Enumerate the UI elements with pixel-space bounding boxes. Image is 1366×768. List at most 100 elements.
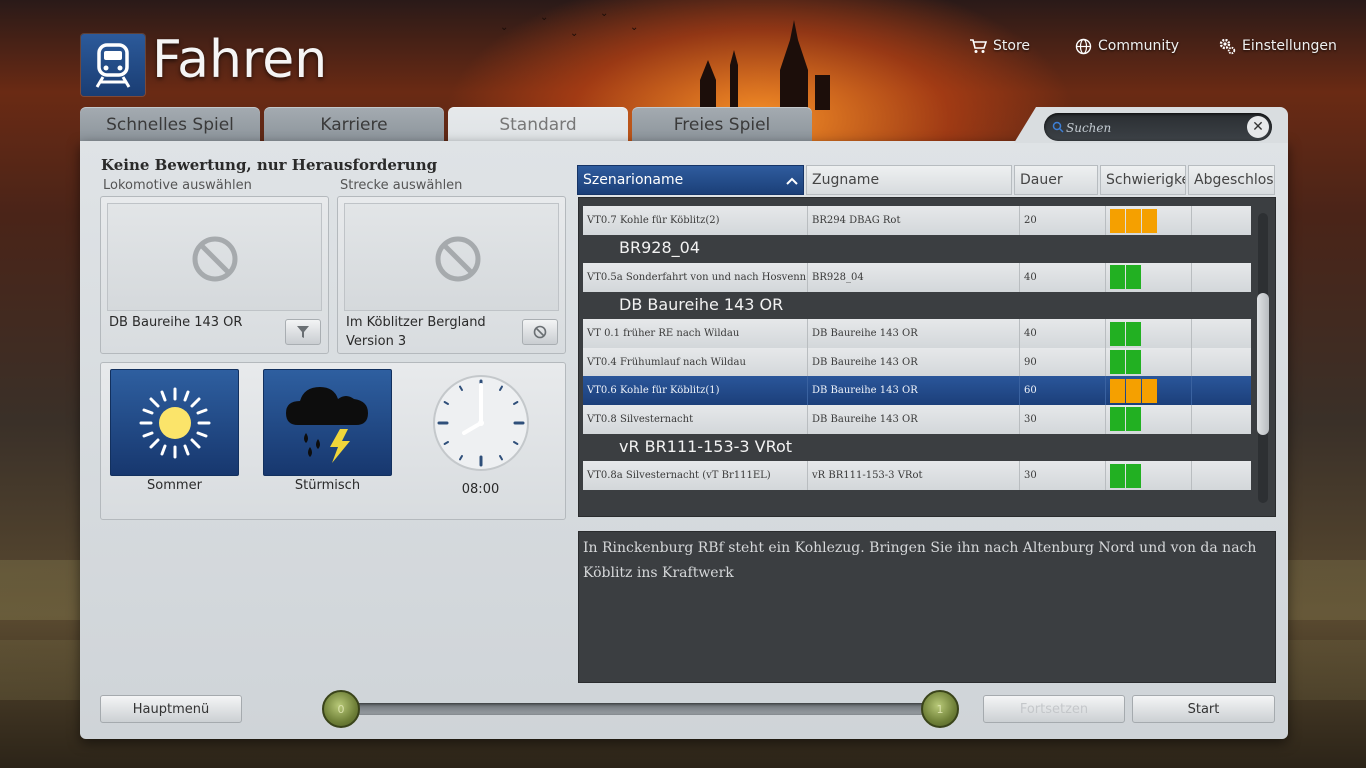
scenario-description: In Rinckenburg RBf steht ein Kohlezug. B… <box>578 531 1276 683</box>
completed-cell <box>1192 461 1251 490</box>
route-clear-button[interactable] <box>522 319 558 345</box>
progress-start-marker: 0 <box>322 690 360 728</box>
close-icon: ✕ <box>1252 119 1264 135</box>
season-selector[interactable] <box>110 369 239 476</box>
column-header-label: Szenarioname <box>583 172 684 188</box>
community-link[interactable]: Community <box>1075 36 1179 56</box>
completed-cell <box>1192 376 1251 405</box>
grid-scroll-thumb[interactable] <box>1257 293 1269 435</box>
tab-standard[interactable]: Standard <box>448 107 628 142</box>
community-label: Community <box>1098 38 1180 54</box>
bird-silhouette: ⌄ <box>630 22 639 33</box>
name-cell: VT0.6 Kohle für Köblitz(1) <box>583 376 808 405</box>
difficulty-bar <box>1110 265 1141 289</box>
continue-button[interactable]: Fortsetzen <box>983 695 1125 723</box>
difficulty-bar <box>1110 321 1141 346</box>
difficulty-bar <box>1110 350 1141 374</box>
tab-freies-spiel[interactable]: Freies Spiel <box>632 107 812 142</box>
main-menu-button[interactable]: Hauptmenü <box>100 695 242 723</box>
group-header: DB Baureihe 143 OR <box>619 294 784 314</box>
train-cell: vR BR111-153-3 VRot <box>808 461 1020 490</box>
train-cell: DB Baureihe 143 OR <box>808 404 1020 434</box>
difficulty-segment <box>1126 378 1141 403</box>
difficulty-cell <box>1106 347 1192 377</box>
group-header: vR BR111-153-3 VRot <box>619 436 793 456</box>
table-row[interactable]: VT0.8 Silvesternacht DB Baureihe 143 OR 30 <box>583 404 1251 434</box>
store-link[interactable]: Store <box>969 36 1030 56</box>
difficulty-segment <box>1110 378 1125 403</box>
completed-cell <box>1192 405 1251 434</box>
name-cell: VT 0.1 früher RE nach Wildau <box>583 319 808 348</box>
difficulty-segment <box>1126 407 1141 431</box>
difficulty-segment <box>1126 350 1141 374</box>
start-button[interactable]: Start <box>1132 695 1275 723</box>
bird-silhouette: ⌄ <box>540 12 549 23</box>
train-cell: DB Baureihe 143 OR <box>808 376 1020 405</box>
table-row[interactable]: VT0.7 Kohle für Köblitz(2) BR294 DBAG Rot… <box>583 206 1251 235</box>
season-label: Sommer <box>147 478 202 493</box>
table-row[interactable]: VT 0.1 früher RE nach Wildau DB Baureihe … <box>583 319 1251 348</box>
skyline-silhouette <box>700 20 830 110</box>
loco-filter-button[interactable] <box>285 319 321 345</box>
time-selector[interactable] <box>431 373 531 473</box>
table-row[interactable]: VT0.5a Sonderfahrt von und nach Hosvenn … <box>583 262 1251 292</box>
gear-icon <box>1219 38 1236 55</box>
train-cell: DB Baureihe 143 OR <box>808 319 1020 348</box>
difficulty-bar <box>1110 407 1141 431</box>
search-clear-button[interactable]: ✕ <box>1247 116 1269 138</box>
no-image-icon <box>435 236 481 282</box>
name-cell: VT0.5a Sonderfahrt von und nach Hosvenn … <box>583 262 808 292</box>
difficulty-segment <box>1126 463 1141 488</box>
loco-select-label: Lokomotive auswählen <box>103 178 252 193</box>
column-header-zugname[interactable]: Zugname <box>806 165 1012 195</box>
sun-icon <box>139 387 210 458</box>
table-row[interactable]: VT0.4 Frühumlauf nach Wildau DB Baureihe … <box>583 347 1251 377</box>
completed-cell <box>1192 263 1251 292</box>
cart-icon <box>970 39 987 53</box>
progress-end-marker: 1 <box>921 690 959 728</box>
difficulty-segment <box>1142 378 1157 403</box>
bird-silhouette: ⌄ <box>570 28 579 39</box>
completed-cell <box>1192 319 1251 348</box>
no-entry-icon <box>533 325 547 339</box>
chevron-up-icon <box>786 177 798 185</box>
column-header-schwierigkeit[interactable]: Schwierigke <box>1100 165 1186 195</box>
app-title: Fahren <box>152 30 328 90</box>
table-row-selected[interactable]: VT0.6 Kohle für Köblitz(1) DB Baureihe 14… <box>583 376 1251 405</box>
weather-selector[interactable] <box>263 369 392 476</box>
search-input[interactable] <box>1066 118 1242 138</box>
scenario-grid: VT0.7 Kohle für Köblitz(2) BR294 DBAG Rot… <box>578 197 1276 517</box>
difficulty-segment <box>1126 208 1141 233</box>
globe-icon <box>1075 38 1092 54</box>
settings-link[interactable]: Einstellungen <box>1218 36 1337 56</box>
difficulty-segment <box>1126 321 1141 346</box>
difficulty-cell <box>1106 206 1192 235</box>
tab-karriere[interactable]: Karriere <box>264 107 444 142</box>
difficulty-bar <box>1110 208 1157 233</box>
route-select-label: Strecke auswählen <box>340 178 463 193</box>
difficulty-segment <box>1142 208 1157 233</box>
column-header-dauer[interactable]: Dauer <box>1014 165 1098 195</box>
duration-cell: 40 <box>1020 262 1106 292</box>
name-cell: VT0.8 Silvesternacht <box>583 404 808 434</box>
route-value-line2: Version 3 <box>346 334 407 349</box>
tab-schnelles-spiel[interactable]: Schnelles Spiel <box>80 107 260 142</box>
route-image-placeholder <box>344 203 559 311</box>
bird-silhouette: ⌄ <box>600 8 609 19</box>
column-header-abgeschlossen[interactable]: Abgeschlos <box>1188 165 1275 195</box>
duration-cell: 90 <box>1020 347 1106 377</box>
search-icon <box>1052 121 1064 133</box>
train-cell: BR928_04 <box>808 262 1020 292</box>
difficulty-segment <box>1110 463 1125 488</box>
time-label: 08:00 <box>461 482 500 497</box>
difficulty-cell <box>1106 319 1192 348</box>
route-selector[interactable]: Im Köblitzer Bergland Version 3 <box>337 196 566 354</box>
completed-cell <box>1192 206 1251 235</box>
duration-cell: 30 <box>1020 461 1106 490</box>
loco-selector[interactable]: DB Baureihe 143 OR <box>100 196 329 354</box>
table-row[interactable]: VT0.8a Silvesternacht (vT Br111EL) vR BR1… <box>583 461 1251 490</box>
no-image-icon <box>192 236 238 282</box>
difficulty-cell <box>1106 262 1192 292</box>
settings-label: Einstellungen <box>1242 38 1337 54</box>
column-header-szenarioname[interactable]: Szenarioname <box>577 165 804 195</box>
